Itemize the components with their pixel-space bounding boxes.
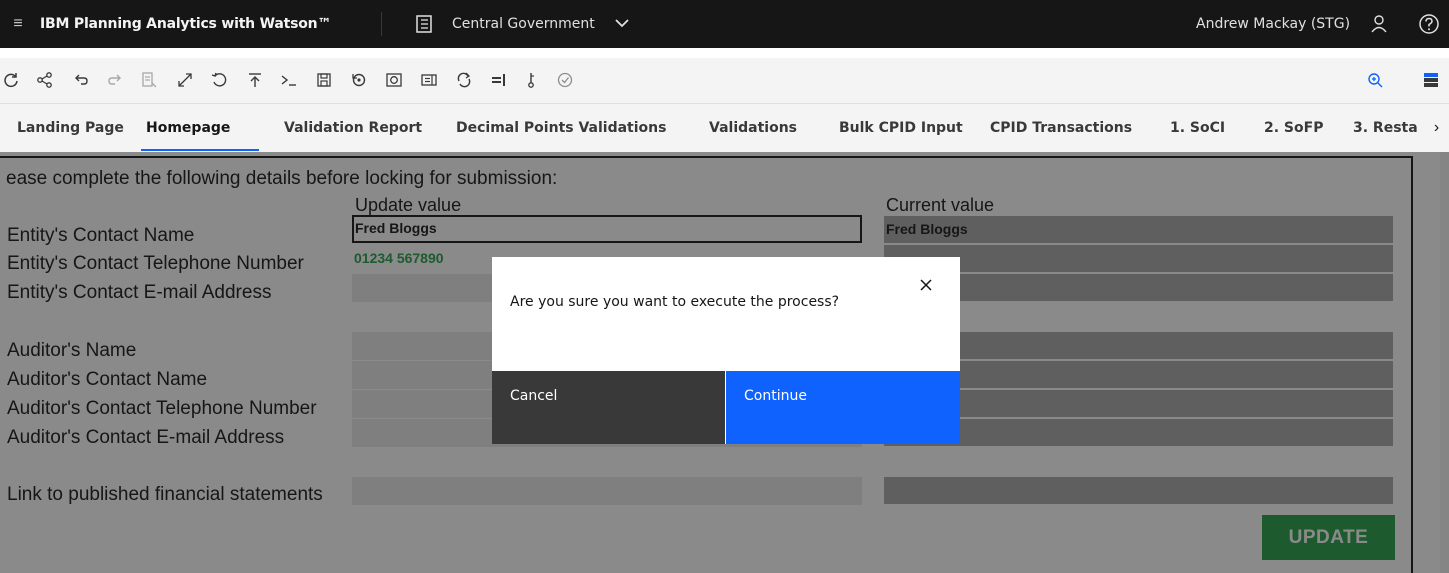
tab-validation-report[interactable]: Validation Report [284,120,422,136]
redo-icon [104,69,126,91]
check-icon [554,69,576,91]
save-icon[interactable] [313,69,335,91]
help-icon[interactable] [1418,13,1440,35]
tab-cpid-transactions[interactable]: CPID Transactions [990,120,1132,136]
reset-icon[interactable] [208,69,230,91]
sandbox-icon [138,69,160,91]
hamburger-menu-icon[interactable]: ≡ [8,14,28,34]
tab-landing-page[interactable]: Landing Page [17,120,124,136]
properties-icon[interactable] [1420,69,1442,91]
confirm-dialog: Are you sure you want to execute the pro… [492,257,960,444]
terminal-icon[interactable] [278,69,300,91]
spread-icon[interactable] [348,69,370,91]
toolbar [0,58,1449,104]
thermometer-icon[interactable] [520,69,542,91]
header-divider [381,12,382,36]
share-icon[interactable] [34,69,56,91]
tab-scroll-right-icon[interactable]: › [1424,104,1449,152]
continue-button[interactable]: Continue [726,371,960,444]
zoom-in-icon[interactable] [1364,69,1386,91]
tab-active-indicator [141,149,259,151]
tab-validations[interactable]: Validations [709,120,797,136]
snapshot-icon[interactable] [383,69,405,91]
refresh-icon[interactable] [0,69,22,91]
app-title: IBM Planning Analytics with Watson™ [40,16,332,32]
sync-icon[interactable] [453,69,475,91]
tab-bar: Landing Page Homepage Validation Report … [0,104,1449,152]
top-header: ≡ IBM Planning Analytics with Watson™ Ce… [0,0,1449,48]
undo-icon[interactable] [70,69,92,91]
context-selector-label[interactable]: Central Government [452,16,595,32]
user-icon[interactable] [1370,14,1388,34]
dialog-message: Are you sure you want to execute the pro… [510,294,840,310]
close-icon[interactable] [916,275,936,295]
book-icon[interactable] [413,13,435,35]
tab-soci[interactable]: 1. SoCI [1170,120,1225,136]
expand-icon[interactable] [174,69,196,91]
chevron-down-icon[interactable] [614,15,630,31]
publish-icon[interactable] [244,69,266,91]
commentary-icon[interactable] [418,69,440,91]
tab-decimal-points-validations[interactable]: Decimal Points Validations [456,120,666,136]
cancel-button[interactable]: Cancel [492,371,725,444]
user-name[interactable]: Andrew Mackay (STG) [1196,16,1350,32]
tab-sofp[interactable]: 2. SoFP [1264,120,1323,136]
align-icon[interactable] [487,69,509,91]
tab-bulk-cpid-input[interactable]: Bulk CPID Input [839,120,963,136]
tab-resta[interactable]: 3. Resta [1353,120,1418,136]
tab-homepage[interactable]: Homepage [146,120,230,136]
